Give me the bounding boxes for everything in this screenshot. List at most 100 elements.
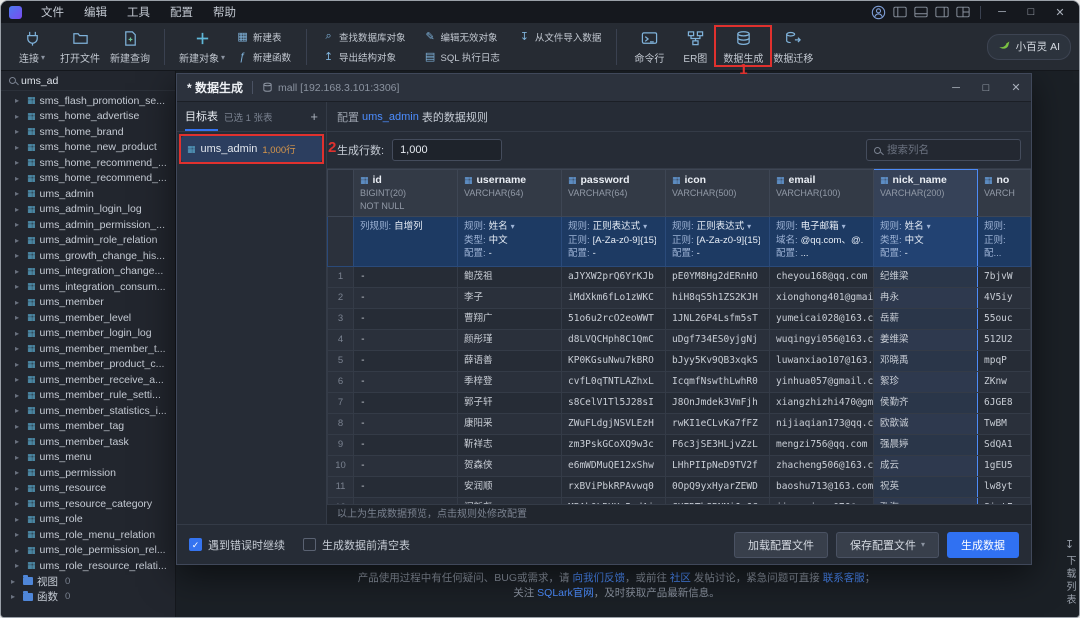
layout-left-panel-icon[interactable]: [893, 6, 907, 18]
tree-item-table[interactable]: ▸ ▦ ums_resource: [1, 481, 175, 497]
tree-item-table[interactable]: ▸ ▦ ums_growth_change_his...: [1, 248, 175, 264]
toolbar-small-button[interactable]: ↥ 导出结构对象: [318, 49, 410, 65]
data-generation-button[interactable]: 1 数据生成: [718, 27, 768, 67]
tree-item-table[interactable]: ▸ ▦ ums_admin_permission_...: [1, 217, 175, 233]
tree-item-table[interactable]: ▸ ▦ ums_admin_login_log: [1, 202, 175, 218]
rule-dropdown-caret-icon[interactable]: ▾: [927, 220, 931, 234]
chevron-right-icon[interactable]: ▸: [15, 468, 23, 477]
toolbar-small-button[interactable]: ▤ SQL 执行日志: [420, 49, 504, 65]
tree-item-table[interactable]: ▸ ▦ ums_admin_role_relation: [1, 233, 175, 249]
save-config-button[interactable]: 保存配置文件▾: [836, 532, 939, 558]
tree-item-table[interactable]: ▸ ▦ ums_member_level: [1, 310, 175, 326]
tree-item-table[interactable]: ▸ ▦ ums_member_product_c...: [1, 357, 175, 373]
dialog-close-button[interactable]: ✕: [1001, 74, 1031, 102]
layout-right-panel-icon[interactable]: [935, 6, 949, 18]
ai-assistant-button[interactable]: 小百灵 AI: [987, 34, 1071, 60]
tree-item-table[interactable]: ▸ ▦ ums_role_menu_relation: [1, 527, 175, 543]
chevron-right-icon[interactable]: ▸: [15, 282, 23, 291]
chevron-right-icon[interactable]: ▸: [15, 530, 23, 539]
tree-item-table[interactable]: ▸ ▦ sms_home_new_product: [1, 140, 175, 156]
tree-item-table[interactable]: ▸ ▦ ums_role_permission_rel...: [1, 543, 175, 559]
er-diagram-button[interactable]: ER图: [672, 27, 718, 67]
rule-dropdown-caret-icon[interactable]: ▾: [842, 220, 846, 234]
column-rule-cell[interactable]: 规则: 电子邮箱 ▾ 域名: @qq.com、@...: [770, 217, 874, 267]
rule-dropdown-caret-icon[interactable]: ▾: [511, 220, 515, 234]
tree-item-table[interactable]: ▸ ▦ ums_integration_change...: [1, 264, 175, 280]
sidebar-search-input[interactable]: [21, 75, 141, 87]
sidebar-search[interactable]: [1, 71, 175, 91]
tree-item-folder[interactable]: ▸ 视图 0: [1, 574, 175, 590]
chevron-right-icon[interactable]: ▸: [15, 406, 23, 415]
toolbar-small-button[interactable]: ✎ 编辑无效对象: [420, 29, 504, 45]
column-rule-cell[interactable]: 规则: 正则:: [978, 217, 1031, 267]
chevron-right-icon[interactable]: ▸: [15, 375, 23, 384]
toolbar-small-button[interactable]: ƒ 新建函数: [232, 49, 295, 65]
rule-dropdown-caret-icon[interactable]: ▾: [643, 220, 647, 234]
chevron-right-icon[interactable]: ▸: [11, 577, 19, 586]
chevron-right-icon[interactable]: ▸: [15, 546, 23, 555]
command-line-button[interactable]: 命令行: [626, 27, 672, 67]
chevron-right-icon[interactable]: ▸: [11, 592, 19, 601]
connect-button[interactable]: 连接▾: [9, 27, 55, 67]
dialog-minimize-button[interactable]: ─: [941, 74, 971, 102]
chevron-right-icon[interactable]: ▸: [15, 329, 23, 338]
open-file-button[interactable]: 打开文件: [55, 27, 105, 67]
tree-item-table[interactable]: ▸ ▦ ums_integration_consum...: [1, 279, 175, 295]
contact-support-link[interactable]: 联系客服: [823, 572, 865, 584]
column-header[interactable]: ▦email VARCHAR(100): [770, 170, 874, 217]
chevron-right-icon[interactable]: ▸: [15, 205, 23, 214]
toolbar-small-button[interactable]: ⌕ 查找数据库对象: [318, 29, 410, 45]
window-close-button[interactable]: ✕: [1049, 6, 1071, 19]
chevron-right-icon[interactable]: ▸: [15, 437, 23, 446]
chevron-right-icon[interactable]: ▸: [15, 499, 23, 508]
chevron-right-icon[interactable]: ▸: [15, 344, 23, 353]
row-count-input[interactable]: [392, 139, 502, 161]
chevron-right-icon[interactable]: ▸: [15, 127, 23, 136]
tree-item-table[interactable]: ▸ ▦ ums_permission: [1, 465, 175, 481]
chevron-right-icon[interactable]: ▸: [15, 391, 23, 400]
tree-item-folder[interactable]: ▸ 函数 0: [1, 589, 175, 605]
checkbox-continue-on-error[interactable]: ✓ 遇到错误时继续: [189, 537, 285, 553]
window-minimize-button[interactable]: ─: [991, 6, 1013, 18]
tree-item-table[interactable]: ▸ ▦ ums_member_task: [1, 434, 175, 450]
column-rule-cell[interactable]: 规则: 姓名 ▾ 类型: 中文: [874, 217, 978, 267]
chevron-right-icon[interactable]: ▸: [15, 561, 23, 570]
add-table-button[interactable]: +: [310, 109, 318, 124]
data-migration-button[interactable]: 数据迁移: [768, 27, 818, 67]
dialog-titlebar[interactable]: * 数据生成 mall [192.168.3.101:3306] ─ □ ✕: [177, 74, 1031, 102]
chevron-right-icon[interactable]: ▸: [15, 515, 23, 524]
tree-item-table[interactable]: ▸ ▦ sms_home_brand: [1, 124, 175, 140]
tree-item-table[interactable]: ▸ ▦ ums_member_rule_setti...: [1, 388, 175, 404]
column-header[interactable]: ▦icon VARCHAR(500): [666, 170, 770, 217]
chevron-right-icon[interactable]: ▸: [15, 189, 23, 198]
chevron-right-icon[interactable]: ▸: [15, 220, 23, 229]
tab-target-tables[interactable]: 目标表: [185, 102, 218, 131]
column-rule-cell[interactable]: 规则: 正则表达式 ▾ 正则: [A-Za-z0-9]{15}: [562, 217, 666, 267]
toolbar-small-button[interactable]: ↧ 从文件导入数据: [514, 29, 606, 45]
column-search-input[interactable]: [887, 144, 1013, 156]
load-config-button[interactable]: 加载配置文件: [734, 532, 828, 558]
dialog-maximize-button[interactable]: □: [971, 74, 1001, 102]
tree-item-table[interactable]: ▸ ▦ ums_member_receive_a...: [1, 372, 175, 388]
tree-item-table[interactable]: ▸ ▦ ums_member_tag: [1, 419, 175, 435]
column-header[interactable]: ▦no VARCH: [978, 170, 1031, 217]
chevron-right-icon[interactable]: ▸: [15, 158, 23, 167]
layout-grid-panel-icon[interactable]: [956, 6, 970, 18]
menu-item[interactable]: 文件: [32, 2, 73, 22]
download-list-tab[interactable]: ↧ 下载列表: [1062, 538, 1077, 607]
generate-data-button[interactable]: 生成数据: [947, 532, 1019, 558]
chevron-right-icon[interactable]: ▸: [15, 236, 23, 245]
tree-item-table[interactable]: ▸ ▦ sms_home_recommend_...: [1, 171, 175, 187]
chevron-right-icon[interactable]: ▸: [15, 453, 23, 462]
column-header[interactable]: ▦username VARCHAR(64): [458, 170, 562, 217]
target-table-item[interactable]: ▦ ums_admin 1,000行 2: [181, 136, 322, 162]
sqlark-website-link[interactable]: SQLark官网: [537, 587, 594, 599]
chevron-right-icon[interactable]: ▸: [15, 174, 23, 183]
column-rule-cell[interactable]: 列规则: 自增列: [354, 217, 458, 267]
column-search[interactable]: [866, 139, 1021, 161]
column-header[interactable]: ▦password VARCHAR(64): [562, 170, 666, 217]
chevron-right-icon[interactable]: ▸: [15, 360, 23, 369]
window-maximize-button[interactable]: □: [1020, 6, 1042, 18]
menu-item[interactable]: 编辑: [75, 2, 116, 22]
tree-item-table[interactable]: ▸ ▦ ums_admin: [1, 186, 175, 202]
